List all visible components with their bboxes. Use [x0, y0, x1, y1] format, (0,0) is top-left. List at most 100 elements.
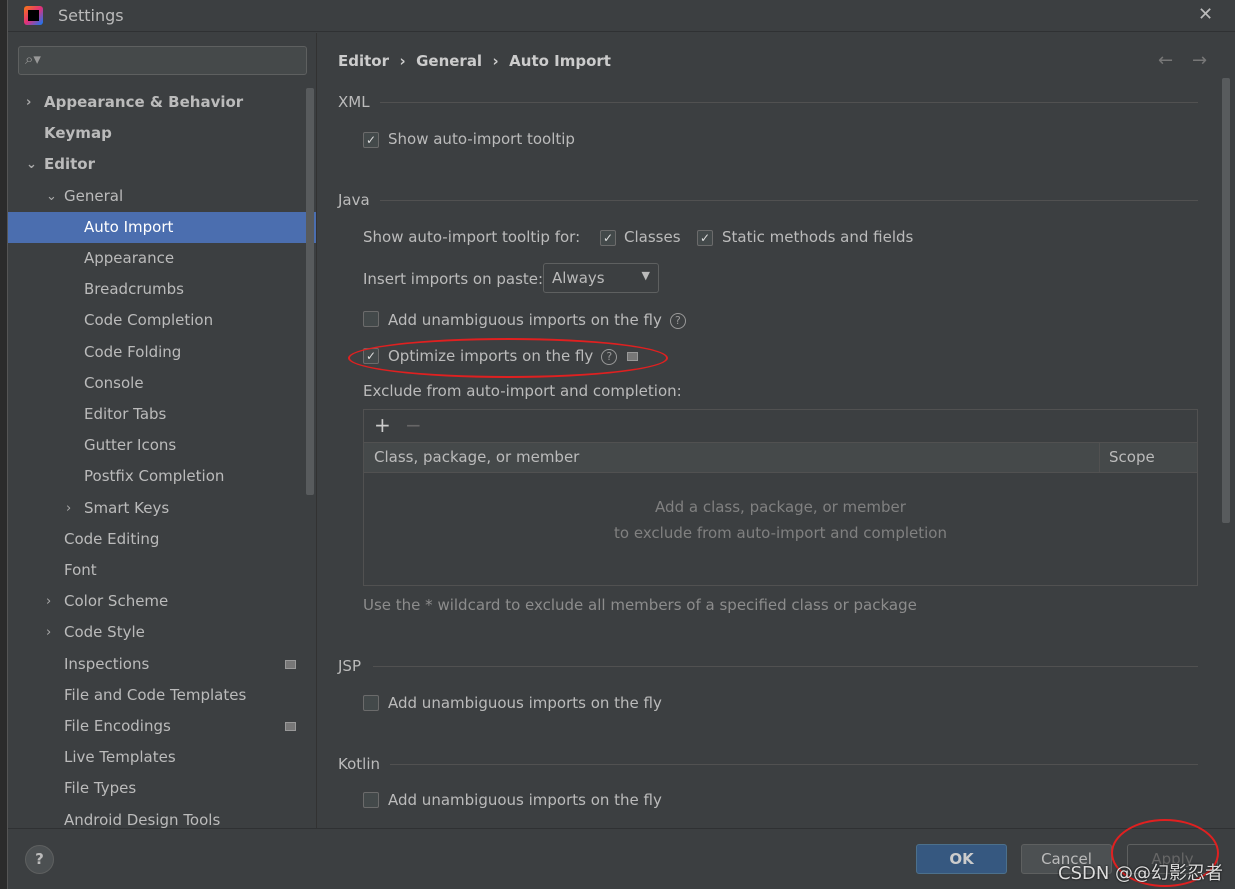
sidebar-item[interactable]: Editor Tabs: [8, 399, 298, 430]
settings-badge-icon: [285, 722, 296, 731]
java-section-title: Java: [338, 191, 370, 209]
exclude-label: Exclude from auto-import and completion:: [363, 382, 682, 400]
sidebar-item[interactable]: Postfix Completion: [8, 461, 298, 492]
sidebar-item-label: Font: [64, 561, 97, 579]
tooltip-for-label: Show auto-import tooltip for:: [363, 228, 581, 246]
sidebar-item-label: Smart Keys: [84, 498, 170, 517]
xml-show-tooltip-label: Show auto-import tooltip: [388, 130, 575, 148]
settings-sidebar: ⌕▾ › Appearance & Behavior Keymap ⌄ Editor ⌄ G…: [8, 33, 317, 829]
empty-table-text: Add a class, package, or member to exclud…: [614, 498, 947, 542]
sidebar-item[interactable]: File Encodings: [8, 711, 298, 742]
sidebar-item[interactable]: ⌄ General: [8, 181, 298, 212]
sidebar-item-label: Console: [84, 373, 144, 392]
exclude-table: + − Class, package, or member Scope Add …: [363, 409, 1198, 586]
annotation-circle: [348, 338, 668, 378]
forward-arrow-icon[interactable]: →: [1192, 50, 1207, 71]
sidebar-item-label: Live Templates: [64, 748, 176, 767]
sidebar-item[interactable]: File and Code Templates: [8, 680, 298, 711]
chevron-right-icon[interactable]: ›: [46, 617, 51, 648]
wildcard-hint: Use the * wildcard to exclude all member…: [363, 596, 917, 614]
sidebar-item[interactable]: Breadcrumbs: [8, 274, 298, 305]
sidebar-item[interactable]: Inspections: [8, 649, 298, 680]
sidebar-item-label: Code Editing: [64, 529, 160, 548]
column-header-scope[interactable]: Scope: [1109, 448, 1155, 466]
sidebar-item-label: Keymap: [44, 124, 112, 143]
column-header-class[interactable]: Class, package, or member: [374, 448, 579, 466]
divider: [380, 200, 1198, 201]
window-title: Settings: [58, 6, 124, 25]
sidebar-item-label: Editor Tabs: [84, 405, 167, 423]
main-scrollbar[interactable]: [1222, 78, 1230, 523]
sidebar-item[interactable]: › Color Scheme: [8, 586, 298, 617]
sidebar-item-label: Inspections: [64, 654, 150, 673]
breadcrumb-general[interactable]: General: [416, 52, 482, 70]
insert-imports-label: Insert imports on paste:: [363, 270, 544, 288]
java-unambiguous-checkbox[interactable]: [363, 311, 379, 327]
jsp-unambiguous-label: Add unambiguous imports on the fly: [388, 694, 662, 712]
sidebar-item-label: File Types: [64, 779, 137, 798]
sidebar-item[interactable]: Console: [8, 368, 298, 399]
sidebar-item-label: Appearance & Behavior: [44, 93, 244, 111]
sidebar-item-label: File and Code Templates: [64, 685, 247, 704]
breadcrumb-editor[interactable]: Editor: [338, 52, 389, 70]
settings-dialog: Settings ✕ ⌕▾ › Appearance & Behavior Keym…: [7, 0, 1235, 889]
chevron-right-icon[interactable]: ›: [46, 586, 51, 617]
remove-icon[interactable]: −: [405, 413, 422, 437]
sidebar-item[interactable]: Keymap: [8, 118, 298, 149]
chevron-down-icon[interactable]: ⌄: [26, 149, 37, 180]
settings-badge-icon: [285, 659, 296, 669]
watermark: CSDN @@幻影忍者: [1058, 863, 1224, 884]
xml-show-tooltip-checkbox[interactable]: ✓: [363, 132, 379, 148]
search-input[interactable]: ⌕▾: [18, 46, 307, 75]
jsp-section-title: JSP: [338, 657, 361, 675]
chevron-right-icon[interactable]: ›: [26, 87, 31, 118]
breadcrumb-auto-import: Auto Import: [509, 52, 611, 70]
sidebar-item-label: Code Folding: [84, 342, 182, 361]
back-arrow-icon[interactable]: ←: [1158, 50, 1173, 71]
static-methods-checkbox[interactable]: ✓: [697, 230, 713, 246]
title-bar: Settings ✕: [8, 0, 1235, 32]
sidebar-item[interactable]: Font: [8, 555, 298, 586]
kotlin-section-title: Kotlin: [338, 755, 380, 773]
kotlin-unambiguous-label: Add unambiguous imports on the fly: [388, 791, 662, 809]
sidebar-item-label: General: [64, 186, 124, 205]
sidebar-item-label: Postfix Completion: [84, 467, 225, 486]
intellij-logo-icon: [24, 6, 43, 25]
sidebar-item-label: Code Completion: [84, 311, 214, 330]
add-icon[interactable]: +: [374, 413, 391, 437]
chevron-right-icon[interactable]: ›: [66, 493, 71, 524]
sidebar-item-label: Auto Import: [84, 217, 174, 236]
sidebar-item[interactable]: Code Editing: [8, 524, 298, 555]
close-icon[interactable]: ✕: [1198, 4, 1213, 25]
sidebar-item[interactable]: Live Templates: [8, 742, 298, 773]
classes-label: Classes: [624, 228, 681, 246]
sidebar-item[interactable]: Auto Import: [8, 211, 316, 243]
chevron-down-icon[interactable]: ⌄: [46, 181, 57, 212]
chevron-down-icon: ▼: [641, 269, 650, 282]
classes-checkbox[interactable]: ✓: [600, 230, 616, 246]
table-header: Class, package, or member Scope: [364, 442, 1197, 473]
kotlin-unambiguous-checkbox[interactable]: [363, 792, 379, 808]
sidebar-item[interactable]: ⌄ Editor: [8, 149, 298, 180]
sidebar-scrollbar[interactable]: [306, 88, 314, 495]
sidebar-item[interactable]: File Types: [8, 773, 298, 804]
sidebar-item[interactable]: Gutter Icons: [8, 430, 298, 461]
sidebar-item[interactable]: Code Folding: [8, 337, 298, 368]
sidebar-item-label: Breadcrumbs: [84, 280, 184, 299]
xml-section-title: XML: [338, 93, 370, 111]
search-icon: ⌕▾: [25, 50, 41, 68]
ok-button[interactable]: OK: [916, 844, 1007, 874]
divider: [373, 666, 1198, 667]
sidebar-item-label: Gutter Icons: [84, 436, 177, 455]
divider: [390, 764, 1198, 765]
insert-imports-dropdown[interactable]: Always ▼: [543, 263, 659, 293]
jsp-unambiguous-checkbox[interactable]: [363, 695, 379, 711]
sidebar-item[interactable]: › Code Style: [8, 617, 298, 648]
help-button[interactable]: ?: [25, 845, 54, 874]
sidebar-item[interactable]: Appearance: [8, 243, 298, 274]
sidebar-item[interactable]: › Appearance & Behavior: [8, 87, 298, 118]
sidebar-item-label: Appearance: [84, 249, 175, 267]
help-icon[interactable]: ?: [669, 313, 686, 329]
sidebar-item[interactable]: Code Completion: [8, 305, 298, 336]
sidebar-item[interactable]: › Smart Keys: [8, 493, 298, 524]
